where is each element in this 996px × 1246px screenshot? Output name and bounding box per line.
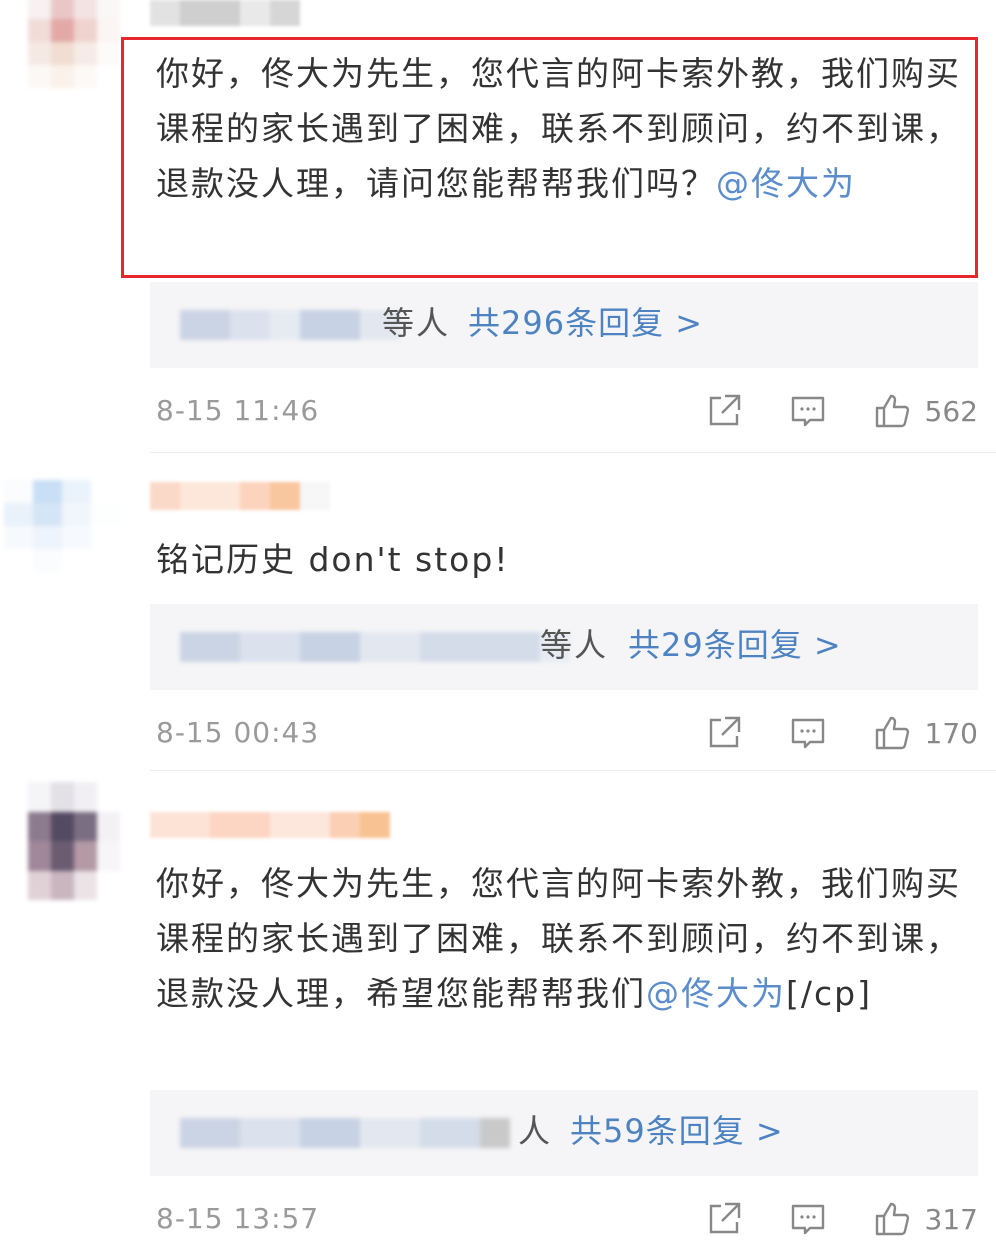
comment-icon[interactable]: [789, 1200, 827, 1238]
mention-link[interactable]: @佟大为: [646, 974, 786, 1013]
comment-item: 你好，佟大为先生，您代言的阿卡索外教，我们购买课程的家长遇到了困难，联系不到顾问…: [0, 0, 996, 1246]
like-count: 317: [924, 1202, 978, 1236]
comment-text-suffix: [/cp]: [786, 974, 872, 1013]
username[interactable]: [150, 812, 390, 838]
reply-usernames: [180, 1118, 510, 1148]
thumbs-up-icon[interactable]: [873, 1200, 911, 1238]
timestamp: 8-15 13:57: [156, 1202, 320, 1235]
comment-text: 你好，佟大为先生，您代言的阿卡索外教，我们购买课程的家长遇到了困难，联系不到顾问…: [156, 856, 964, 1021]
action-bar: 317: [705, 1194, 978, 1244]
reply-suffix: 人: [518, 1112, 553, 1150]
view-replies-link[interactable]: 共59条回复 >: [570, 1106, 784, 1156]
comment-meta: 8-15 13:57 317: [156, 1194, 978, 1244]
avatar[interactable]: [28, 782, 120, 900]
share-icon[interactable]: [705, 1200, 743, 1238]
reply-preview[interactable]: 人 共59条回复 >: [150, 1090, 978, 1176]
